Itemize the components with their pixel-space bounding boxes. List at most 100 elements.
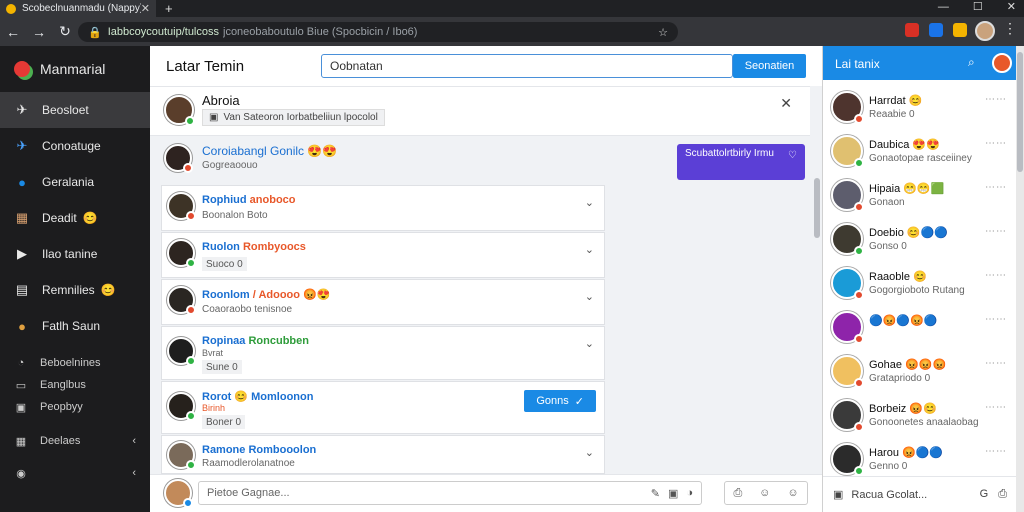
reply-bar: Pietoe Gagnae... ✎ ▣ ◑ ⎙ ☺ ☺	[150, 474, 822, 512]
contact-item[interactable]: Raaoble 😊 Gogorgioboto Rutang ⋯⋯	[823, 261, 1017, 305]
maximize-button[interactable]: ☐	[973, 0, 983, 14]
play-icon: ▶	[17, 246, 27, 261]
chevron-left-icon[interactable]: ‹	[132, 435, 136, 447]
close-window-button[interactable]: ✕	[1007, 0, 1016, 14]
contact-item[interactable]: Daubica 😍😍 Gonaotopae rasceiiney ⋯⋯	[823, 129, 1017, 173]
heart-icon[interactable]: ♡	[788, 150, 797, 161]
more-icon[interactable]: ⋯⋯	[985, 138, 1007, 149]
emoji-icon[interactable]: ◑	[686, 487, 693, 500]
new-tab-button[interactable]: +	[165, 0, 173, 17]
close-icon[interactable]: ✕	[780, 95, 792, 112]
scrollbar[interactable]	[814, 178, 820, 238]
browser-menu-icon[interactable]: ⋮	[1003, 20, 1017, 37]
extension-icon-2[interactable]	[929, 23, 943, 37]
nav-small-1[interactable]: ◔ Beboelnines	[0, 352, 150, 374]
list-item[interactable]: Ramone Rombooolon Raamodlerolanatnoe ⌄	[161, 435, 605, 474]
nav-small-5[interactable]: ◉ ‹	[0, 462, 150, 484]
contact-item[interactable]: Harou 😡🔵🔵 Genno 0 ⋯⋯	[823, 437, 1017, 481]
nav-item-1[interactable]: ✈ Beosloet	[0, 92, 150, 128]
nav-item-7[interactable]: ● Fatlh Saun	[0, 308, 150, 344]
chevron-left-icon[interactable]: ‹	[132, 467, 136, 479]
more-icon[interactable]: ⋯⋯	[985, 94, 1007, 105]
scrollbar-thumb[interactable]	[1017, 52, 1023, 172]
tag-icon: ▣	[209, 112, 219, 123]
reload-icon[interactable]: ↻	[52, 23, 78, 40]
contact-item[interactable]: Gohae 😡😡😡 Gratapriodo 0 ⋯⋯	[823, 349, 1017, 393]
browser-tab[interactable]: Scobeclnuanmadu (Nappy) ✕	[0, 0, 156, 17]
nav-label: Ilao tanine	[42, 247, 98, 261]
chevron-down-icon[interactable]: ⌄	[585, 337, 594, 350]
nav-small-3[interactable]: ▣ Peopbyy	[0, 396, 150, 418]
g-icon[interactable]: G	[980, 488, 989, 501]
thread-header[interactable]: Coroiabangl Gonilc 😍😍 Gogreaoouo	[162, 142, 612, 182]
nav-item-5[interactable]: ▶ Ilao tanine	[0, 236, 150, 272]
avatar[interactable]	[992, 53, 1012, 73]
composer-chip-text: Van Sateoron Iorbatbeliiun lpocolol	[223, 112, 378, 123]
reply-input[interactable]: Pietoe Gagnae... ✎ ▣ ◑	[198, 481, 702, 505]
contact-item[interactable]: Harrdat 😊 Reaabie 0 ⋯⋯	[823, 85, 1017, 129]
more-icon[interactable]: ⋯⋯	[985, 446, 1007, 457]
sticker-icon[interactable]: ☺	[787, 487, 798, 499]
list-item[interactable]: Ropinaa Roncubben Bvrat Sune 0 ⌄	[161, 326, 605, 380]
compose-icon[interactable]: ▣	[833, 488, 843, 501]
nav-small-label: Peopbyy	[40, 401, 83, 413]
item-name: Rophiud anoboco	[202, 194, 296, 206]
nav-item-6[interactable]: ▤ Remnilies 😊	[0, 272, 150, 308]
nav-item-3[interactable]: ● Geralania	[0, 164, 150, 200]
back-icon[interactable]: ←	[0, 24, 26, 40]
nav-item-4[interactable]: ▦ Deadit 😊	[0, 200, 150, 236]
bookmark-star-icon[interactable]: ☆	[658, 26, 668, 39]
pencil-icon[interactable]: ✎	[651, 487, 660, 500]
contact-status: Gonoonetes anaalaobag	[869, 417, 979, 428]
contact-item[interactable]: Hipaia 😁😁🟩 Gonaon ⋯⋯	[823, 173, 1017, 217]
nav-small-4[interactable]: ▦ Deelaes ‹	[0, 430, 150, 452]
contact-item[interactable]: Borbeiz 😡😊 Gonoonetes anaalaobag ⋯⋯	[823, 393, 1017, 437]
image-icon[interactable]: ▣	[668, 487, 678, 500]
message-bubble[interactable]: Scubattolrtbirly Irmu ♡	[677, 144, 805, 180]
contact-item[interactable]: Doebio 😊🔵🔵 Gonso 0 ⋯⋯	[823, 217, 1017, 261]
forward-icon[interactable]: →	[26, 24, 52, 40]
smiley-icon[interactable]: ☺	[759, 487, 770, 499]
action-button[interactable]: Gonns ✓	[524, 390, 596, 412]
attach-icon[interactable]: ⎙	[733, 487, 742, 500]
address-bar[interactable]: 🔒 Iabbcoycoutuip/tulcoss jconeobaboutulo…	[78, 22, 678, 42]
list-item[interactable]: Rophiud anoboco Boonalon Boto ⌄	[161, 185, 605, 231]
chevron-down-icon[interactable]: ⌄	[585, 243, 594, 256]
nav-small-2[interactable]: ▭ Eanglbus	[0, 374, 150, 396]
contact-status: Gonaotopae rasceiiney	[869, 153, 972, 164]
list-item[interactable]: Roonlom / Adoooo 😡😍 Coaoraobo tenisnoe ⌄	[161, 279, 605, 325]
plane-icon: ✈	[16, 102, 28, 117]
tab-close-icon[interactable]: ✕	[141, 2, 150, 15]
more-icon[interactable]: ⋯⋯	[985, 314, 1007, 325]
item-name: Ropinaa Roncubben	[202, 335, 309, 347]
print-icon[interactable]: ⎙	[998, 488, 1007, 501]
contact-item[interactable]: 🔵😡🔵😡🔵 ⋯⋯	[823, 305, 1017, 349]
more-icon[interactable]: ⋯⋯	[985, 182, 1007, 193]
search-input[interactable]: Oobnatan	[321, 54, 733, 78]
chevron-down-icon[interactable]: ⌄	[585, 196, 594, 209]
more-icon[interactable]: ⋯⋯	[985, 402, 1007, 413]
avatar	[164, 144, 193, 173]
more-icon[interactable]: ⋯⋯	[985, 270, 1007, 281]
composer-chip[interactable]: ▣ Van Sateoron Iorbatbeliiun lpocolol	[202, 109, 385, 126]
brand[interactable]: Manmarial	[0, 46, 150, 92]
extension-icon-3[interactable]	[953, 23, 967, 37]
page-scrollbar[interactable]	[1016, 46, 1024, 512]
extension-icon-1[interactable]	[905, 23, 919, 37]
online-status-dot	[185, 116, 195, 126]
list-item[interactable]: Rorot 😊 Momloonon Birinh Boner 0 Gonns ✓	[161, 381, 605, 434]
list-item[interactable]: Ruolon Rombyoocs Suoco 0 ⌄	[161, 232, 605, 278]
contacts-search-placeholder[interactable]: Racua Gcolat...	[851, 489, 927, 501]
chevron-down-icon[interactable]: ⌄	[585, 446, 594, 459]
chevron-down-icon[interactable]: ⌄	[585, 290, 594, 303]
avatar	[831, 179, 864, 212]
search-icon[interactable]: ⌕	[968, 55, 975, 70]
profile-avatar[interactable]	[975, 21, 995, 41]
monitor-icon: ▣	[15, 401, 27, 414]
more-icon[interactable]: ⋯⋯	[985, 226, 1007, 237]
nav-item-2[interactable]: ✈ Conoatuge	[0, 128, 150, 164]
search-button[interactable]: Seonatien	[733, 54, 806, 78]
more-icon[interactable]: ⋯⋯	[985, 358, 1007, 369]
status-dot	[854, 466, 864, 476]
minimize-button[interactable]: —	[938, 0, 949, 14]
